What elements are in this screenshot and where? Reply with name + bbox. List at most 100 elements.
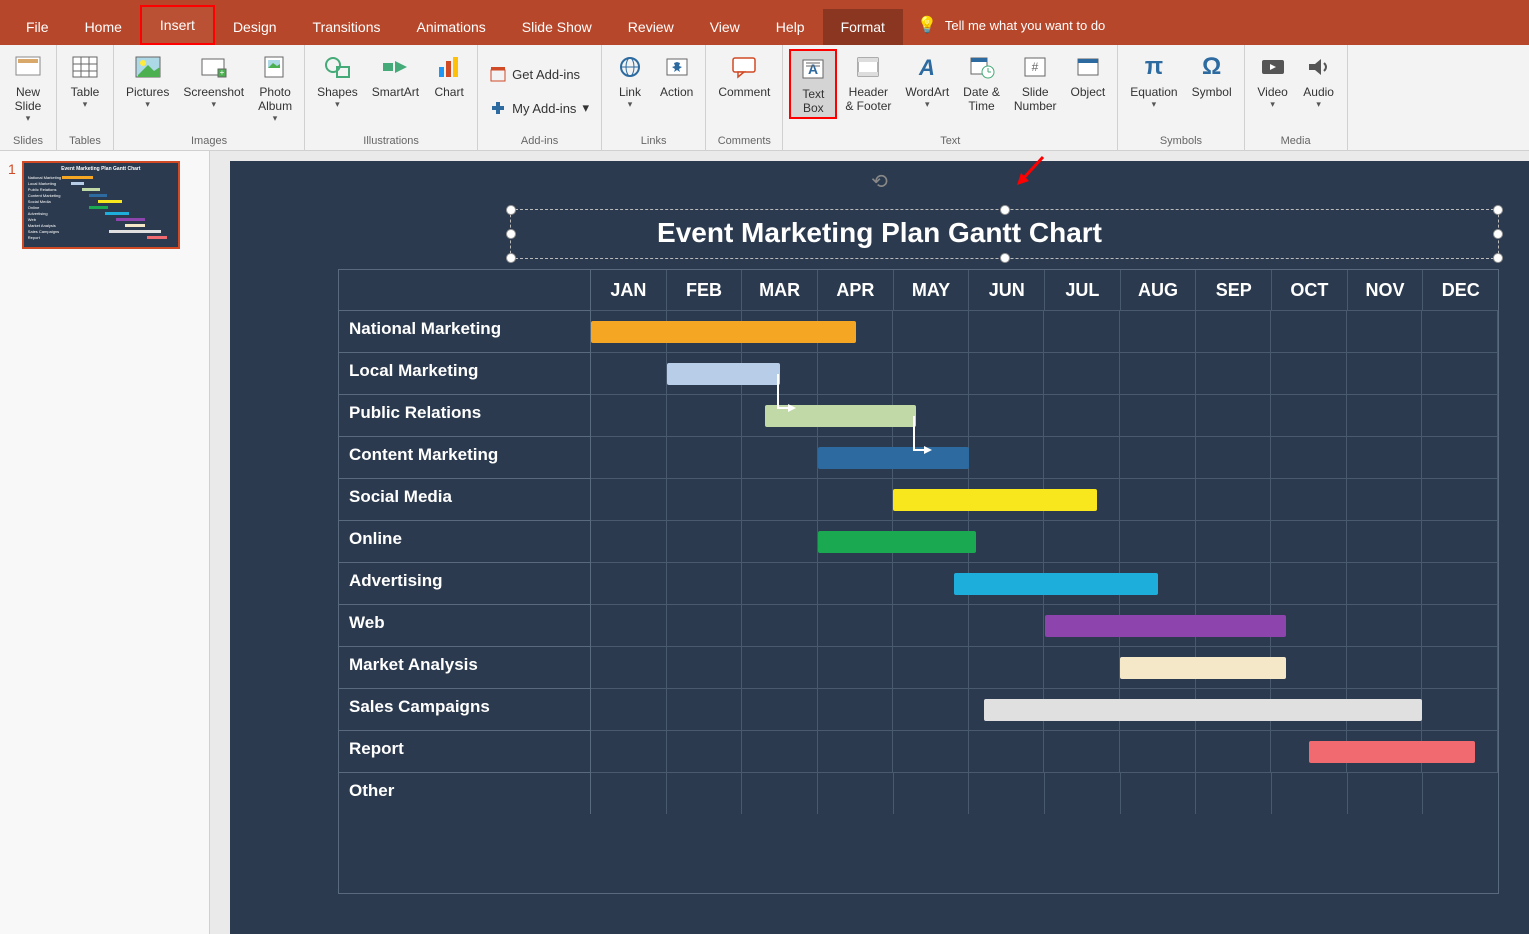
month-header: DEC	[1423, 270, 1498, 310]
task-name: Local Marketing	[339, 352, 591, 394]
new-slide-button[interactable]: New Slide ▾	[6, 49, 50, 126]
resize-handle[interactable]	[1493, 205, 1503, 215]
slide-number-icon: #	[1019, 51, 1051, 83]
month-header: MAY	[894, 270, 970, 310]
gantt-bar[interactable]	[1120, 657, 1286, 679]
gantt-bar[interactable]	[1309, 741, 1475, 763]
pictures-button[interactable]: Pictures ▾	[120, 49, 175, 112]
object-button[interactable]: Object	[1065, 49, 1112, 101]
slide-thumbnail-1[interactable]: Event Marketing Plan Gantt Chart Nationa…	[22, 161, 180, 249]
task-timeline	[591, 394, 1498, 436]
tell-me-label: Tell me what you want to do	[945, 18, 1105, 33]
chevron-down-icon: ▾	[628, 99, 633, 110]
tab-animations[interactable]: Animations	[398, 9, 503, 45]
chevron-down-icon: ▾	[925, 99, 930, 110]
ribbon-group-tables: Table ▾ Tables	[57, 45, 114, 150]
link-button[interactable]: Link ▾	[608, 49, 652, 112]
smartart-button[interactable]: SmartArt	[366, 49, 425, 101]
gantt-chart[interactable]: JANFEBMARAPRMAYJUNJULAUGSEPOCTNOVDEC Nat…	[338, 269, 1499, 894]
month-header: JAN	[591, 270, 667, 310]
table-button[interactable]: Table ▾	[63, 49, 107, 112]
audio-button[interactable]: Audio ▾	[1297, 49, 1341, 112]
chevron-down-icon: ▾	[1316, 99, 1321, 110]
slide-number-button[interactable]: # Slide Number	[1008, 49, 1063, 115]
gantt-bar[interactable]	[818, 531, 977, 553]
screenshot-icon: +	[198, 51, 230, 83]
gantt-bar[interactable]	[954, 573, 1158, 595]
date-time-button[interactable]: Date & Time	[957, 49, 1006, 115]
resize-handle[interactable]	[506, 253, 516, 263]
tell-me-search[interactable]: 💡 Tell me what you want to do	[903, 5, 1119, 45]
tab-file[interactable]: File	[8, 9, 67, 45]
header-footer-button[interactable]: Header & Footer	[839, 49, 897, 115]
chart-button[interactable]: Chart	[427, 49, 471, 101]
tab-home[interactable]: Home	[67, 9, 140, 45]
gantt-bar[interactable]	[1045, 615, 1287, 637]
equation-icon: π	[1138, 51, 1170, 83]
tab-design[interactable]: Design	[215, 9, 295, 45]
shapes-button[interactable]: Shapes ▾	[311, 49, 364, 112]
chevron-down-icon: ▾	[83, 99, 88, 110]
tab-view[interactable]: View	[692, 9, 758, 45]
get-addins-button[interactable]: Get Add-ins	[484, 62, 586, 86]
month-header: JUL	[1045, 270, 1121, 310]
resize-handle[interactable]	[1000, 205, 1010, 215]
comment-button[interactable]: Comment	[712, 49, 776, 101]
text-box-icon: A	[797, 53, 829, 85]
svg-text:#: #	[1032, 60, 1039, 74]
task-timeline	[591, 352, 1498, 394]
slide-editor[interactable]: ⟲ Event Marketing Plan Gantt Chart JANFE…	[210, 151, 1529, 934]
gantt-row: Web	[339, 604, 1498, 646]
wordart-button[interactable]: A WordArt ▾	[899, 49, 955, 112]
chevron-down-icon: ▾	[335, 99, 340, 110]
group-label: Links	[608, 133, 699, 150]
gantt-bar[interactable]	[818, 447, 969, 469]
task-timeline	[591, 562, 1498, 604]
screenshot-button[interactable]: + Screenshot ▾	[177, 49, 250, 112]
tab-help[interactable]: Help	[758, 9, 823, 45]
resize-handle[interactable]	[1000, 253, 1010, 263]
resize-handle[interactable]	[506, 205, 516, 215]
task-timeline	[591, 772, 1498, 814]
gantt-row: Report	[339, 730, 1498, 772]
chart-title[interactable]: Event Marketing Plan Gantt Chart	[230, 217, 1529, 249]
group-label: Tables	[63, 133, 107, 150]
equation-button[interactable]: π Equation ▾	[1124, 49, 1183, 112]
group-label: Images	[120, 133, 298, 150]
text-box-button[interactable]: A Text Box	[789, 49, 837, 119]
menu-tab-bar: File Home Insert Design Transitions Anim…	[0, 0, 1529, 45]
resize-handle[interactable]	[1493, 253, 1503, 263]
my-addins-button[interactable]: My Add-ins ▾	[484, 96, 595, 120]
task-timeline	[591, 520, 1498, 562]
chevron-down-icon: ▾	[26, 113, 31, 124]
header-footer-icon	[852, 51, 884, 83]
chevron-down-icon: ▾	[145, 99, 150, 110]
month-header: SEP	[1196, 270, 1272, 310]
tab-review[interactable]: Review	[610, 9, 692, 45]
gantt-row: Market Analysis	[339, 646, 1498, 688]
month-header: JUN	[969, 270, 1045, 310]
action-button[interactable]: Action	[654, 49, 699, 101]
gantt-bar[interactable]	[591, 321, 856, 343]
gantt-bar[interactable]	[893, 489, 1097, 511]
pictures-icon	[132, 51, 164, 83]
task-timeline	[591, 310, 1498, 352]
tab-transitions[interactable]: Transitions	[295, 9, 399, 45]
slide-canvas[interactable]: ⟲ Event Marketing Plan Gantt Chart JANFE…	[230, 161, 1529, 934]
task-timeline	[591, 478, 1498, 520]
photo-album-button[interactable]: Photo Album ▾	[252, 49, 298, 126]
gantt-row: Online	[339, 520, 1498, 562]
gantt-bar[interactable]	[667, 363, 780, 385]
task-name: Content Marketing	[339, 436, 591, 478]
group-label: Symbols	[1124, 133, 1237, 150]
tab-insert[interactable]: Insert	[140, 5, 215, 45]
video-button[interactable]: Video ▾	[1251, 49, 1295, 112]
ribbon-group-media: Video ▾ Audio ▾ Media	[1245, 45, 1348, 150]
tab-slideshow[interactable]: Slide Show	[504, 9, 610, 45]
gantt-bar[interactable]	[984, 699, 1422, 721]
chart-icon	[433, 51, 465, 83]
symbol-button[interactable]: Ω Symbol	[1186, 49, 1238, 101]
tab-format[interactable]: Format	[823, 9, 903, 45]
rotate-handle-icon[interactable]: ⟲	[871, 169, 888, 194]
group-label: Add-ins	[484, 133, 595, 150]
